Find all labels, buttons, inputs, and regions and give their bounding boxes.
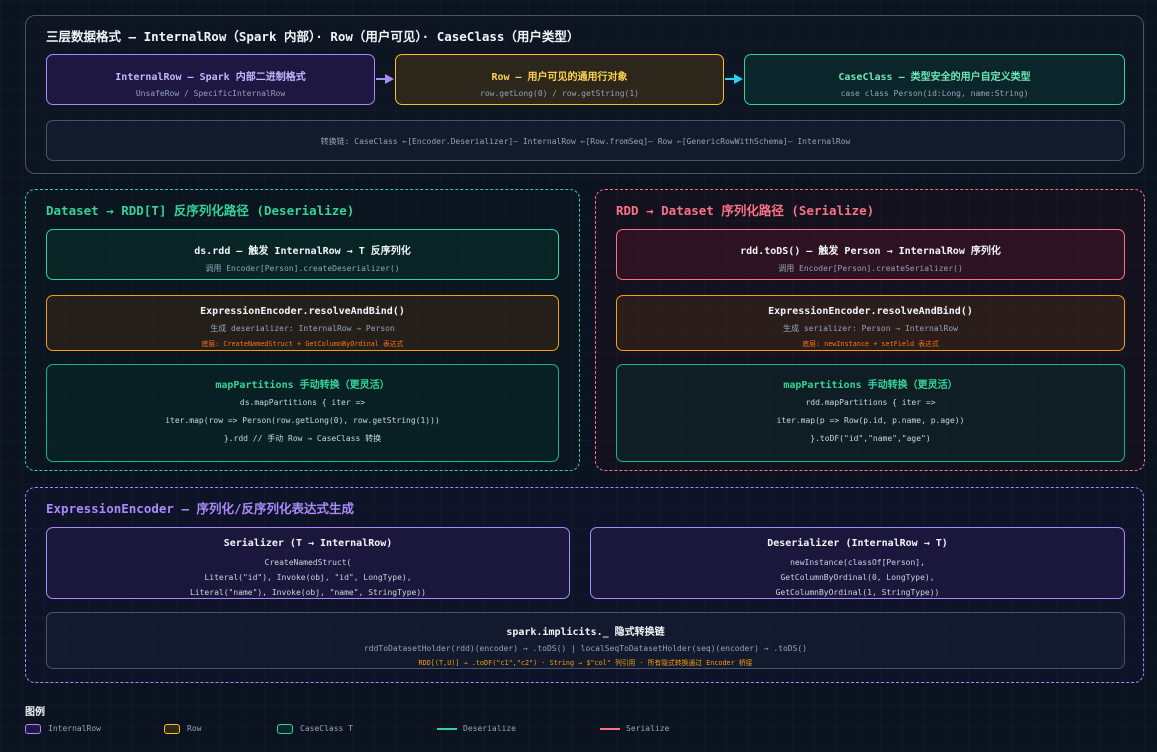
ser-resolve-note: 底层: newInstance + setField 表达式 (802, 340, 939, 348)
serializer-title: Serializer (T → InternalRow) (223, 538, 393, 549)
legend-title: 图例 (25, 707, 45, 718)
serialize-panel-title: RDD → Dataset 序列化路径 (Serialize) (616, 203, 875, 218)
top-arrows (376, 74, 743, 84)
legend-swatch-row (164, 724, 180, 734)
legend-line-serialize (600, 728, 620, 730)
deserializer-line-2: GetColumnByOrdinal(0, LongType), (780, 573, 935, 582)
deserializer-title: Deserializer (InternalRow → T) (767, 538, 948, 549)
legend-label-deserialize: Deserialize (463, 724, 516, 733)
legend-label-serialize: Serialize (626, 724, 670, 733)
arrow-head-row (385, 74, 394, 84)
deser-resolve-box: ExpressionEncoder.resolveAndBind() 生成 de… (46, 295, 559, 351)
deser-ds-rdd-title: ds.rdd — 触发 InternalRow → T 反序列化 (194, 246, 411, 257)
ser-code-line-3: }.toDF("id","name","age") (810, 434, 931, 443)
ser-tods-title: rdd.toDS() — 触发 Person → InternalRow 序列化 (740, 246, 1001, 257)
deserializer-line-3: GetColumnByOrdinal(1, StringType)) (775, 588, 940, 597)
serializer-box: Serializer (T → InternalRow) CreateNamed… (46, 527, 570, 599)
ser-code-line-2: iter.map(p => Row(p.id, p.name, p.age)) (776, 416, 965, 425)
deserializer-line-1: newInstance(classOf[Person], (790, 558, 925, 567)
deserialize-panel-title: Dataset → RDD[T] 反序列化路径 (Deserialize) (46, 203, 355, 218)
deser-resolve-sub: 生成 deserializer: InternalRow → Person (210, 324, 395, 333)
serializer-line-2: Literal("id"), Invoke(obj, "id", LongTyp… (204, 573, 412, 582)
deser-resolve-note: 底层: CreateNamedStruct + GetColumnByOrdin… (201, 340, 404, 348)
deserializer-box: Deserializer (InternalRow → T) newInstan… (590, 527, 1125, 599)
ser-code-line-1: rdd.mapPartitions { iter => (805, 398, 936, 407)
ser-tods-sub: 调用 Encoder[Person].createSerializer() (778, 264, 963, 273)
ser-todS-box: rdd.toDS() — 触发 Person → InternalRow 序列化… (616, 229, 1125, 280)
implicits-sub: rddToDatasetHolder(rdd)(encoder) → .toDS… (363, 644, 808, 653)
legend-label-internalrow: InternalRow (48, 724, 101, 733)
implicits-title: spark.implicits._ 隐式转换链 (506, 627, 665, 638)
encoder-panel-title: ExpressionEncoder — 序列化/反序列化表达式生成 (46, 501, 355, 516)
arrow-head-caseclass (734, 74, 743, 84)
ser-mappartitions-title: mapPartitions 手动转换（更灵活） (783, 380, 958, 391)
deser-code-line-2: iter.map(row => Person(row.getLong(0), r… (165, 416, 440, 425)
conversion-chain-text: 转换链: CaseClass ←[Encoder.Deserializer]— … (320, 137, 851, 146)
legend-swatch-caseclass (277, 724, 293, 734)
ser-resolve-box: ExpressionEncoder.resolveAndBind() 生成 se… (616, 295, 1125, 351)
conversion-chain-box: 转换链: CaseClass ←[Encoder.Deserializer]— … (46, 120, 1125, 161)
deser-mappartitions-title: mapPartitions 手动转换（更灵活） (215, 380, 390, 391)
deser-resolve-title: ExpressionEncoder.resolveAndBind() (200, 306, 405, 317)
implicits-box: spark.implicits._ 隐式转换链 rddToDatasetHold… (46, 612, 1125, 669)
implicits-note: RDD[(T,U)] → .toDF("c1","c2") · String →… (418, 659, 753, 667)
deser-ds-rdd-box: ds.rdd — 触发 InternalRow → T 反序列化 调用 Enco… (46, 229, 559, 280)
deser-code-line-3: }.rdd // 手动 Row → CaseClass 转换 (223, 434, 382, 443)
deser-ds-rdd-sub: 调用 Encoder[Person].createDeserializer() (205, 264, 400, 273)
serializer-line-3: Literal("name"), Invoke(obj, "name", Str… (189, 588, 426, 597)
legend-line-deserialize (437, 728, 457, 730)
deser-mappartitions-box: mapPartitions 手动转换（更灵活） ds.mapPartitions… (46, 364, 559, 462)
legend-label-row: Row (187, 724, 202, 733)
legend-label-caseclass: CaseClass T (300, 724, 353, 733)
ser-resolve-title: ExpressionEncoder.resolveAndBind() (768, 306, 973, 317)
serializer-line-1: CreateNamedStruct( (264, 558, 352, 567)
ser-resolve-sub: 生成 serializer: Person → InternalRow (783, 324, 958, 333)
deser-code-line-1: ds.mapPartitions { iter => (239, 398, 366, 407)
ser-mappartitions-box: mapPartitions 手动转换（更灵活） rdd.mapPartition… (616, 364, 1125, 462)
legend-swatch-internalrow (25, 724, 41, 734)
